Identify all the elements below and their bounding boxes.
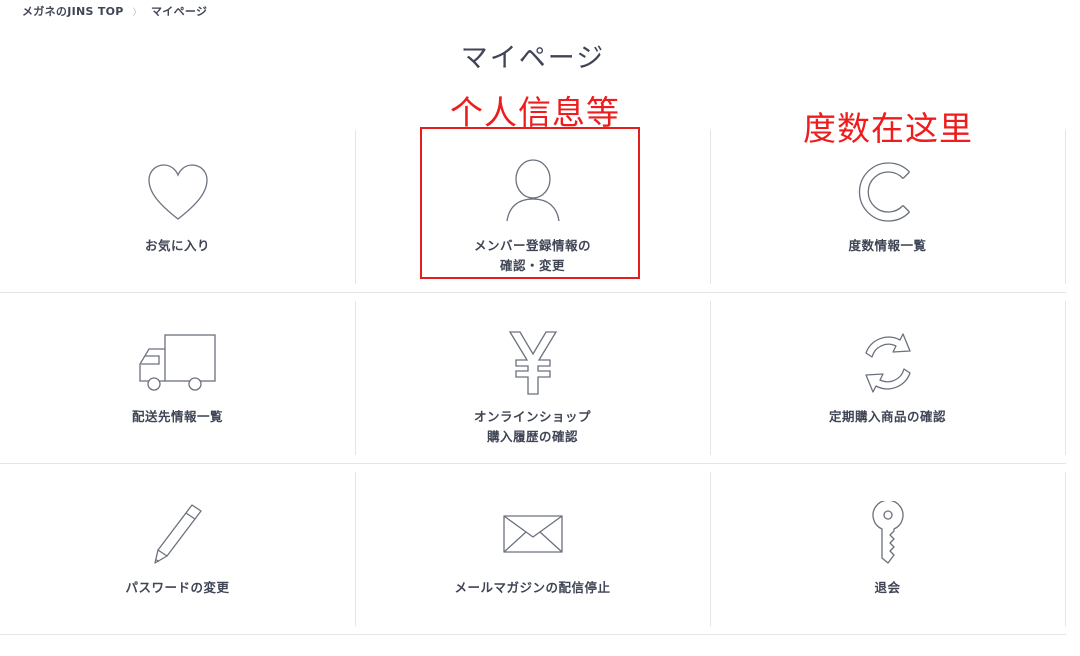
label-line: 定期購入商品の確認 xyxy=(828,409,946,424)
menu-row: お気に入り メンバー登録情報の 確認・変更 度数情報一覧 xyxy=(0,122,1066,293)
menu-item-subscription[interactable]: 定期購入商品の確認 xyxy=(710,293,1066,463)
breadcrumb-home-link[interactable]: メガネのJINS TOP xyxy=(22,3,124,19)
menu-item-prescription-list[interactable]: 度数情報一覧 xyxy=(710,122,1066,292)
menu-item-favorites[interactable]: お気に入り xyxy=(0,122,355,292)
label-line: 購入履歴の確認 xyxy=(486,429,578,444)
truck-icon xyxy=(0,325,355,401)
menu-item-withdraw[interactable]: 退会 xyxy=(710,464,1066,634)
menu-item-label: 度数情報一覧 xyxy=(710,236,1065,256)
label-line: パスワードの変更 xyxy=(125,580,230,595)
menu-item-change-password[interactable]: パスワードの変更 xyxy=(0,464,355,634)
refresh-icon xyxy=(710,325,1065,401)
label-line: 度数情報一覧 xyxy=(848,238,927,253)
my-page: メガネのJINS TOP 〉 マイページ マイページ 个人信息等 度数在这里 お… xyxy=(0,0,1080,656)
breadcrumb: メガネのJINS TOP 〉 マイページ xyxy=(22,3,207,19)
label-line: お気に入り xyxy=(144,238,210,253)
label-line: メールマガジンの配信停止 xyxy=(454,580,611,595)
key-icon xyxy=(710,496,1065,572)
label-line: メンバー登録情報の xyxy=(473,238,591,253)
lens-c-icon xyxy=(710,154,1065,230)
menu-item-unsubscribe-newsletter[interactable]: メールマガジンの配信停止 xyxy=(355,464,710,634)
menu-item-label: オンラインショップ 購入履歴の確認 xyxy=(355,407,710,447)
menu-grid: お気に入り メンバー登録情報の 確認・変更 度数情報一覧 配送先情報一覧 オンラ… xyxy=(0,122,1066,635)
menu-item-member-info[interactable]: メンバー登録情報の 確認・変更 xyxy=(355,122,710,292)
menu-item-purchase-history[interactable]: オンラインショップ 購入履歴の確認 xyxy=(355,293,710,463)
breadcrumb-current: マイページ xyxy=(150,5,208,18)
page-title: マイページ xyxy=(460,43,606,74)
yen-icon xyxy=(355,325,710,401)
menu-row: パスワードの変更 メールマガジンの配信停止 退会 xyxy=(0,464,1066,635)
menu-row: 配送先情報一覧 オンラインショップ 購入履歴の確認 定期購入商品の確認 xyxy=(0,293,1066,464)
menu-item-label: メールマガジンの配信停止 xyxy=(355,578,710,598)
menu-item-label: メンバー登録情報の 確認・変更 xyxy=(355,236,710,276)
menu-item-label: 退会 xyxy=(710,578,1065,598)
label-line: 確認・変更 xyxy=(499,258,565,273)
envelope-icon xyxy=(355,496,710,572)
label-line: 退会 xyxy=(874,580,901,595)
person-icon xyxy=(355,154,710,230)
pencil-icon xyxy=(0,496,355,572)
heart-icon xyxy=(0,154,355,230)
label-line: 配送先情報一覧 xyxy=(131,409,223,424)
menu-item-label: パスワードの変更 xyxy=(0,578,355,598)
breadcrumb-separator: 〉 xyxy=(132,7,142,18)
label-line: オンラインショップ xyxy=(473,409,591,424)
menu-item-label: お気に入り xyxy=(0,236,355,256)
menu-item-shipping-addresses[interactable]: 配送先情報一覧 xyxy=(0,293,355,463)
menu-item-label: 配送先情報一覧 xyxy=(0,407,355,427)
menu-item-label: 定期購入商品の確認 xyxy=(710,407,1065,427)
